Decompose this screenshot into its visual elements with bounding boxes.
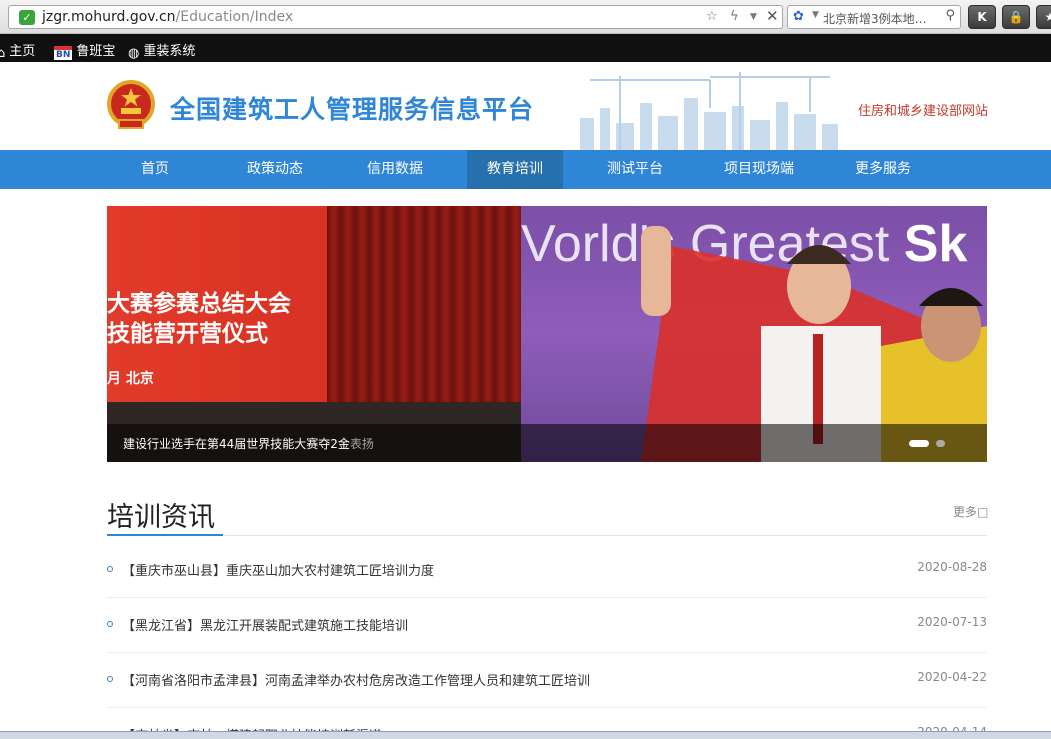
- bookmark-lubanbao[interactable]: BN 鲁班宝: [54, 40, 115, 60]
- section-title-underline: [107, 534, 223, 536]
- nav-item-project-site[interactable]: 项目现场端: [707, 150, 811, 189]
- news-item[interactable]: 【重庆市巫山县】重庆巫山加大农村建筑工匠培训力度 2020-08-28: [107, 543, 987, 598]
- list-bullet-icon: [107, 566, 113, 572]
- dropdown-icon[interactable]: ▼: [812, 10, 819, 20]
- browser-toolbar: ✓ jzgr.mohurd.gov.cn/Education/Index ☆ ϟ…: [0, 0, 1051, 34]
- site-title[interactable]: 全国建筑工人管理服务信息平台: [170, 90, 534, 126]
- news-date: 2020-08-28: [917, 560, 987, 574]
- secure-check-icon: ✓: [19, 10, 35, 25]
- nav-item-home[interactable]: 首页: [107, 150, 203, 189]
- banner-screen-line2: 技能营开营仪式: [107, 321, 268, 347]
- nav-item-credit-data[interactable]: 信用数据: [347, 150, 443, 189]
- baidu-paw-icon: ✿: [793, 9, 804, 24]
- news-item[interactable]: 【河南省洛阳市孟津县】河南孟津举办农村危房改造工作管理人员和建筑工匠培训 202…: [107, 653, 987, 708]
- globe-icon: ◍: [128, 46, 140, 61]
- news-date: 2020-04-22: [917, 670, 987, 684]
- nav-item-policy[interactable]: 政策动态: [227, 150, 323, 189]
- main-nav: 首页 政策动态 信用数据 教育培训 测试平台 项目现场端 更多服务: [0, 150, 1051, 189]
- ministry-website-link[interactable]: 住房和城乡建设部网站: [858, 100, 988, 119]
- bookmark-home[interactable]: ⌂ 主页: [0, 40, 35, 61]
- carousel-dot[interactable]: [936, 440, 945, 447]
- banner-screen-line3: 月 北京: [107, 371, 154, 387]
- dropdown-icon[interactable]: ▼: [750, 12, 757, 22]
- news-item[interactable]: 【黑龙江省】黑龙江开展装配式建筑施工技能培训 2020-07-13: [107, 598, 987, 653]
- national-emblem-icon[interactable]: [107, 80, 155, 132]
- star-icon[interactable]: ☆: [706, 9, 718, 24]
- more-link[interactable]: 更多□: [953, 503, 988, 520]
- news-title[interactable]: 【重庆市巫山县】重庆巫山加大农村建筑工匠培训力度: [122, 560, 434, 579]
- more-arrow-icon: □: [977, 505, 989, 519]
- construction-skyline-image: [580, 72, 838, 150]
- news-date: 2020-07-13: [917, 615, 987, 629]
- search-icon[interactable]: ⚲: [945, 8, 955, 23]
- search-box[interactable]: ✿ ▼ 北京新增3例本地… ⚲: [787, 5, 961, 29]
- site-header: 全国建筑工人管理服务信息平台 住房和城乡建设部网站: [0, 62, 1051, 150]
- banner-screen-line1: 大赛参赛总结大会: [107, 291, 291, 317]
- nav-item-testing[interactable]: 测试平台: [587, 150, 683, 189]
- address-bar[interactable]: ✓ jzgr.mohurd.gov.cn/Education/Index ☆ ϟ…: [8, 5, 783, 29]
- url-text[interactable]: jzgr.mohurd.gov.cn/Education/Index: [42, 9, 293, 25]
- k-extension-button[interactable]: K: [968, 5, 996, 29]
- section-title: 培训资讯: [107, 502, 215, 533]
- news-title[interactable]: 【河南省洛阳市孟津县】河南孟津举办农村危房改造工作管理人员和建筑工匠培训: [122, 670, 590, 689]
- star-button[interactable]: ★: [1036, 5, 1051, 29]
- close-icon[interactable]: ✕: [766, 7, 779, 25]
- section-divider: [107, 535, 987, 536]
- list-bullet-icon: [107, 676, 113, 682]
- news-title[interactable]: 【黑龙江省】黑龙江开展装配式建筑施工技能培训: [122, 615, 408, 634]
- nav-item-more-services[interactable]: 更多服务: [835, 150, 931, 189]
- os-taskbar: [0, 731, 1051, 739]
- banner-caption-bar: 建设行业选手在第44届世界技能大赛夺2金表扬: [107, 424, 987, 462]
- bookmarks-bar: ⌂ 主页 BN 鲁班宝 ◍ 重装系统: [0, 34, 1051, 62]
- home-icon: ⌂: [0, 46, 6, 61]
- nav-item-education[interactable]: 教育培训: [467, 150, 563, 189]
- bookmark-reinstall[interactable]: ◍ 重装系统: [128, 40, 195, 61]
- lightning-icon[interactable]: ϟ: [730, 9, 739, 24]
- bn-icon: BN: [54, 46, 73, 60]
- search-input[interactable]: 北京新增3例本地…: [823, 10, 933, 27]
- list-bullet-icon: [107, 621, 113, 627]
- lock-icon[interactable]: 🔒: [1002, 5, 1030, 29]
- banner-caption[interactable]: 建设行业选手在第44届世界技能大赛夺2金表扬: [123, 435, 374, 452]
- web-page: 全国建筑工人管理服务信息平台 住房和城乡建设部网站 首页 政策动态 信用数据 教…: [0, 62, 1051, 739]
- carousel-dot-active[interactable]: [909, 440, 929, 447]
- banner-carousel[interactable]: 大赛参赛总结大会 技能营开营仪式 月 北京 Vorld's Greatest S…: [107, 206, 987, 462]
